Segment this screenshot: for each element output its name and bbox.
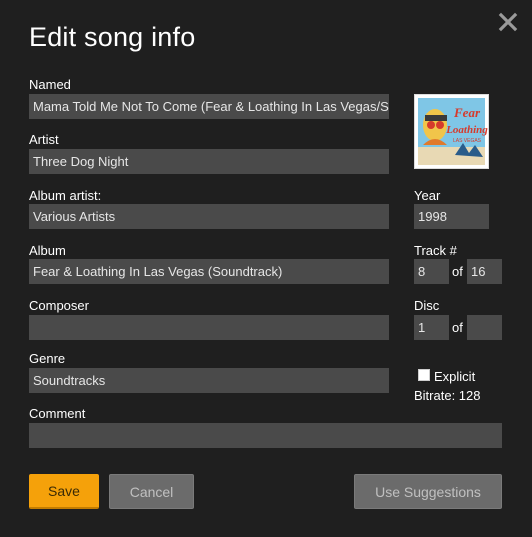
explicit-label: Explicit [434,369,476,384]
svg-text:LAS VEGAS: LAS VEGAS [453,138,482,144]
close-icon[interactable] [498,12,518,32]
named-input[interactable]: Mama Told Me Not To Come (Fear & Loathin… [29,94,389,119]
use-suggestions-button[interactable]: Use Suggestions [354,474,502,509]
composer-label: Composer [29,298,89,313]
year-label: Year [414,188,441,203]
track-label: Track # [414,243,457,258]
edit-song-info-dialog: Edit song info Named Mama Told Me Not To… [0,0,532,537]
album-art-image: Fear Loathing LAS VEGAS [414,94,489,169]
dialog-title: Edit song info [29,22,196,52]
bitrate-text: Bitrate: 128 [414,388,481,403]
track-of-label: of [452,264,463,279]
track-number-input[interactable]: 8 [414,259,449,284]
disc-total-input[interactable] [467,315,502,340]
album-input[interactable]: Fear & Loathing In Las Vegas (Soundtrack… [29,259,389,284]
genre-input[interactable]: Soundtracks [29,368,389,393]
disc-label: Disc [414,298,440,313]
disc-number-input[interactable]: 1 [414,315,449,340]
year-input[interactable]: 1998 [414,204,489,229]
album-artist-input[interactable]: Various Artists [29,204,389,229]
comment-input[interactable] [29,423,502,448]
svg-text:Fear: Fear [453,105,481,120]
cancel-button[interactable]: Cancel [109,474,194,509]
artist-input[interactable]: Three Dog Night [29,149,389,174]
composer-input[interactable] [29,315,389,340]
artist-label: Artist [29,132,59,147]
svg-text:Loathing: Loathing [445,124,488,136]
explicit-checkbox[interactable] [418,369,430,381]
album-label: Album [29,243,66,258]
save-button[interactable]: Save [29,474,99,509]
track-total-input[interactable]: 16 [467,259,502,284]
album-artist-label: Album artist: [29,188,102,203]
disc-of-label: of [452,320,463,335]
comment-label: Comment [29,406,86,421]
named-label: Named [29,77,71,92]
genre-label: Genre [29,351,66,366]
